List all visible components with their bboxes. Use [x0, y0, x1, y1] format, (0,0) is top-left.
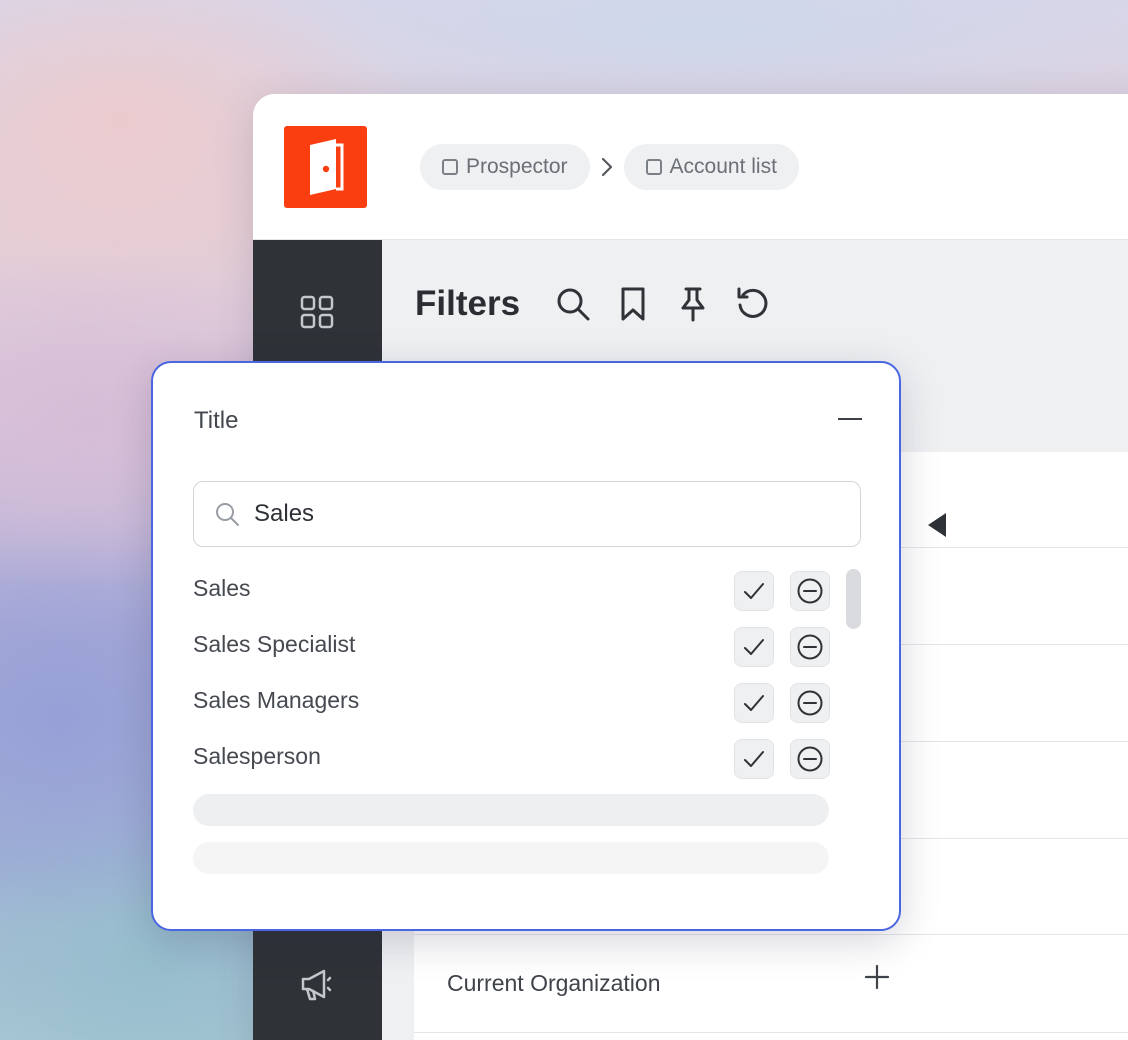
search-input[interactable]	[254, 500, 834, 528]
pin-icon	[681, 287, 705, 322]
breadcrumb-label: Account list	[669, 155, 777, 178]
minus-circle-icon	[797, 746, 823, 772]
add-filter-button[interactable]	[864, 964, 890, 995]
plus-icon	[864, 964, 890, 990]
top-bar: Prospector Account list	[253, 94, 1128, 240]
caret-left-icon[interactable]	[926, 512, 948, 543]
megaphone-icon	[301, 969, 332, 1001]
exclude-button[interactable]	[790, 683, 830, 723]
chevron-right-icon	[600, 156, 614, 178]
check-icon	[744, 751, 764, 767]
exclude-button[interactable]	[790, 739, 830, 779]
breadcrumb-prospector[interactable]: Prospector	[420, 144, 590, 190]
title-filter-popover: Title Sales Sales Specialist Sales Manag…	[151, 361, 901, 931]
check-icon	[744, 583, 764, 599]
loading-placeholder	[193, 794, 829, 826]
reset-button[interactable]	[734, 285, 772, 323]
bookmark-button[interactable]	[614, 285, 652, 323]
undo-icon	[737, 287, 768, 318]
search-button[interactable]	[554, 285, 592, 323]
exclude-button[interactable]	[790, 571, 830, 611]
collapse-button[interactable]	[838, 418, 862, 420]
minus-circle-icon	[797, 690, 823, 716]
filter-label-current-organization[interactable]: Current Organization	[447, 970, 661, 997]
door-icon	[309, 139, 343, 195]
list-item: Sales	[193, 571, 833, 611]
include-button[interactable]	[734, 627, 774, 667]
filters-header: Filters	[415, 284, 794, 324]
square-icon	[645, 159, 662, 175]
breadcrumb-label: Prospector	[466, 155, 568, 178]
exclude-button[interactable]	[790, 627, 830, 667]
minus-circle-icon	[797, 578, 823, 604]
include-button[interactable]	[734, 571, 774, 611]
check-icon	[744, 695, 764, 711]
search-field[interactable]	[193, 481, 861, 547]
list-item: Sales Managers	[193, 683, 833, 723]
include-button[interactable]	[734, 683, 774, 723]
option-label: Sales Specialist	[193, 631, 356, 657]
search-icon	[557, 288, 590, 321]
sidebar-item-campaigns[interactable]	[297, 964, 337, 1004]
pin-button[interactable]	[674, 285, 712, 323]
loading-placeholder	[193, 842, 829, 874]
option-label: Sales Managers	[193, 687, 360, 713]
minus-circle-icon	[797, 634, 823, 660]
list-item: Sales Specialist	[193, 627, 833, 667]
scrollbar-thumb[interactable]	[846, 569, 861, 629]
breadcrumb: Prospector Account list	[420, 144, 799, 190]
divider	[414, 1032, 1128, 1033]
option-label: Salesperson	[193, 743, 321, 769]
grid-icon	[300, 295, 334, 329]
brand-logo[interactable]	[284, 126, 367, 208]
breadcrumb-account-list[interactable]: Account list	[623, 144, 799, 190]
check-icon	[744, 639, 764, 655]
page-title: Filters	[415, 284, 521, 323]
sidebar-item-dashboard[interactable]	[297, 292, 337, 332]
option-label: Sales	[193, 575, 251, 601]
bookmark-icon	[621, 287, 645, 321]
search-icon	[214, 501, 240, 527]
include-button[interactable]	[734, 739, 774, 779]
list-item: Salesperson	[193, 739, 833, 779]
popover-title: Title	[194, 407, 239, 434]
divider	[414, 934, 1128, 935]
square-icon	[442, 159, 458, 175]
